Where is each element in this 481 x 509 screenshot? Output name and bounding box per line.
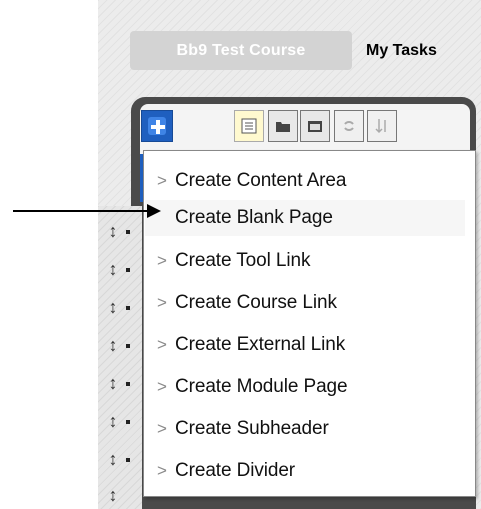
drag-handle-icon[interactable]: ↕ (105, 258, 121, 280)
bullet-icon (126, 458, 130, 462)
drag-handle-icon[interactable]: ↕ (105, 484, 121, 506)
menu-item-label: Create Module Page (175, 376, 348, 397)
menu-item-label: Create Divider (175, 460, 296, 481)
document-button[interactable] (234, 110, 264, 142)
menu-item-create-course-link[interactable]: > Create Course Link (145, 285, 465, 321)
folder-button[interactable] (268, 110, 298, 142)
window-button[interactable] (300, 110, 330, 142)
drag-handle-icon[interactable]: ↕ (105, 334, 121, 356)
menu-item-label: Create Blank Page (175, 207, 333, 228)
menu-item-label: Create Subheader (175, 418, 329, 439)
menu-item-label: Create Course Link (175, 292, 337, 313)
drag-handle-icon[interactable]: ↕ (105, 296, 121, 318)
add-menu-dropdown: > Create Content Area Create Blank Page >… (143, 150, 476, 497)
add-menu-item-button[interactable] (141, 110, 173, 142)
chevron-right-icon: > (157, 171, 167, 190)
drag-handle-icon[interactable]: ↕ (105, 220, 121, 242)
menu-item-label: Create External Link (175, 334, 346, 355)
bullet-icon (126, 420, 130, 424)
menu-item-create-tool-link[interactable]: > Create Tool Link (145, 243, 465, 279)
menu-item-create-blank-page[interactable]: Create Blank Page (145, 200, 465, 236)
course-tab[interactable]: Bb9 Test Course (130, 31, 352, 70)
chevron-right-icon: > (157, 335, 167, 354)
document-icon (241, 118, 257, 134)
bullet-icon (126, 306, 130, 310)
my-tasks-tab[interactable]: My Tasks (366, 31, 437, 70)
sort-arrows-icon (375, 119, 386, 134)
window-icon (308, 121, 322, 132)
drag-handle-icon[interactable]: ↕ (105, 372, 121, 394)
menu-item-create-content-area[interactable]: > Create Content Area (145, 163, 465, 199)
menu-item-create-divider[interactable]: > Create Divider (145, 453, 465, 489)
chevron-right-icon: > (157, 293, 167, 312)
menu-item-create-subheader[interactable]: > Create Subheader (145, 411, 465, 447)
chevron-right-icon: > (157, 419, 167, 438)
folder-icon (276, 122, 290, 132)
menu-item-create-external-link[interactable]: > Create External Link (145, 327, 465, 363)
bullet-icon (126, 268, 130, 272)
menu-item-label: Create Content Area (175, 170, 347, 191)
chevron-right-icon: > (157, 377, 167, 396)
menu-item-label: Create Tool Link (175, 250, 311, 271)
chevron-right-icon: > (157, 251, 167, 270)
sort-button[interactable] (367, 110, 397, 142)
drag-handle-icon[interactable]: ↕ (105, 410, 121, 432)
screenshot-stage: Bb9 Test Course My Tasks ↕ ↕ ↕ ↕ ↕ ↕ ↕ ↕… (0, 0, 481, 509)
refresh-icon (344, 121, 354, 131)
plus-icon (151, 120, 165, 134)
bullet-icon (126, 230, 130, 234)
drag-handle-icon[interactable]: ↕ (105, 448, 121, 470)
chevron-right-icon: > (157, 461, 167, 480)
menu-item-create-module-page[interactable]: > Create Module Page (145, 369, 465, 405)
bullet-icon (126, 382, 130, 386)
refresh-button[interactable] (334, 110, 364, 142)
pointer-arrow-icon (13, 204, 161, 218)
bullet-icon (126, 344, 130, 348)
